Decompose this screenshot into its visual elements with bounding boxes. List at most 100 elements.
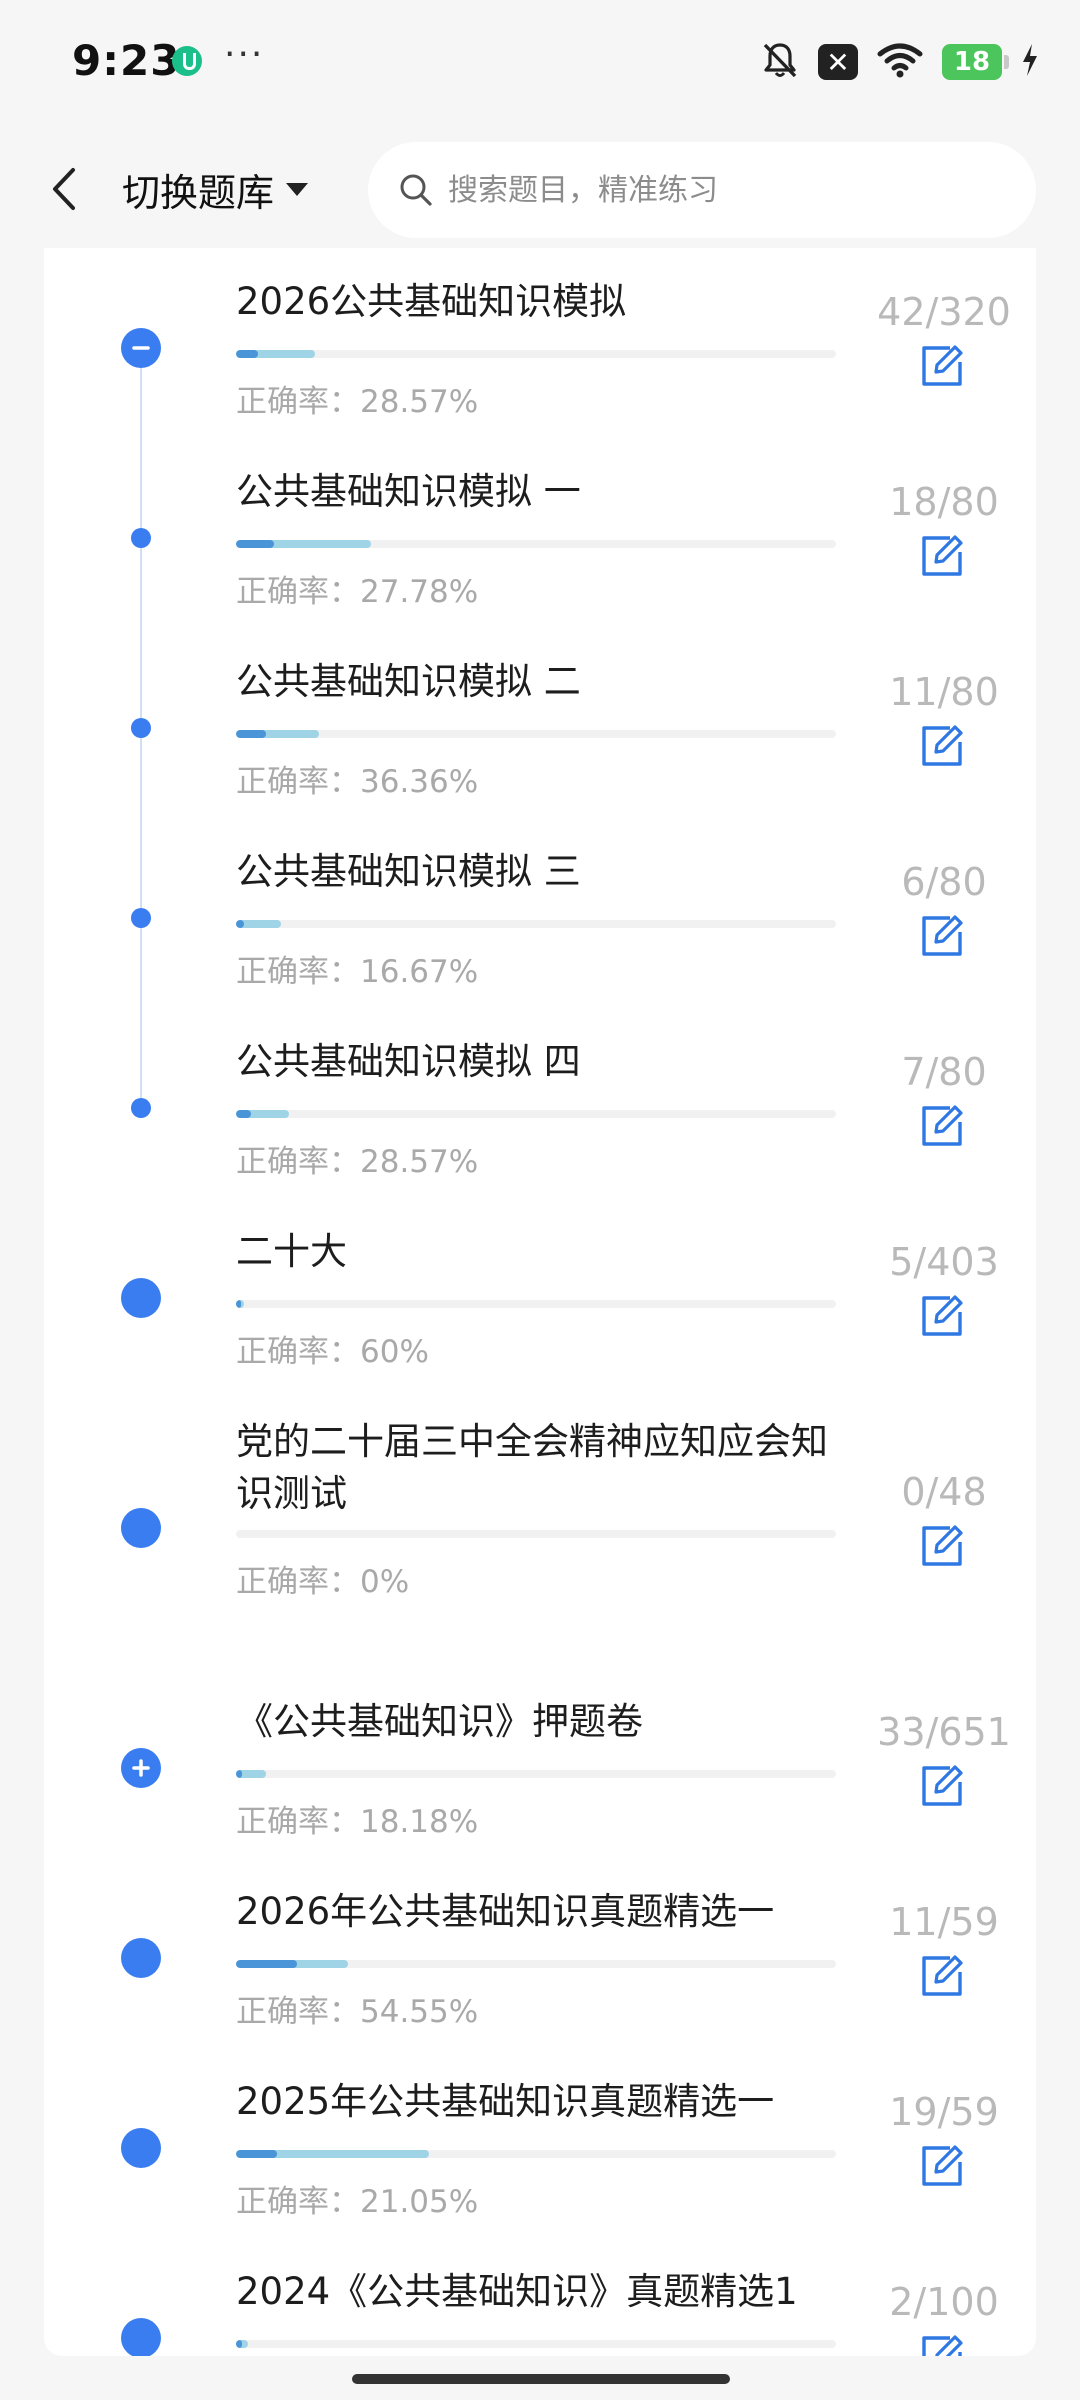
search-bar[interactable] xyxy=(368,142,1036,238)
accuracy-value: 28.57% xyxy=(360,1144,479,1180)
question-bank-list: 2026公共基础知识模拟 正确率：28.57% 42/320 公共基础知识模拟 一正确… xyxy=(44,248,1036,2356)
list-item[interactable]: 2024《公共基础知识》真题精选1正确率：50%2/100 xyxy=(44,2238,1036,2356)
edit-icon[interactable] xyxy=(912,716,972,776)
accuracy-text: 正确率：18.18% xyxy=(236,1796,478,1841)
accuracy-label: 正确率： xyxy=(236,1144,360,1180)
accuracy-label: 正确率： xyxy=(236,574,360,610)
list-item[interactable]: 公共基础知识模拟 四正确率：28.57% 7/80 xyxy=(44,1008,1036,1198)
progress-count: 42/320 xyxy=(877,290,1011,334)
accuracy-value: 28.57% xyxy=(360,384,479,420)
item-title: 2025年公共基础知识真题精选一 xyxy=(236,2080,775,2123)
edit-icon[interactable] xyxy=(912,1096,972,1156)
battery-icon: 18 xyxy=(942,44,1009,80)
progress-bar xyxy=(236,1300,836,1308)
accuracy-label: 正确率： xyxy=(236,384,360,420)
list-item[interactable]: 2025年公共基础知识真题精选一 正确率：21.05% 19/59 xyxy=(44,2048,1036,2238)
switch-bank-button[interactable]: 切换题库 xyxy=(122,156,310,222)
status-bar: 9:23 ··· ✕ 18 xyxy=(0,0,1080,126)
accuracy-value: 16.67% xyxy=(360,954,479,990)
edit-icon[interactable] xyxy=(912,2326,972,2356)
edit-icon[interactable] xyxy=(912,2136,972,2196)
progress-count: 19/59 xyxy=(889,2090,999,2134)
progress-bar xyxy=(236,350,836,358)
edit-icon[interactable] xyxy=(912,1756,972,1816)
item-title: 党的二十届三中全会精神应知应会知识测试 xyxy=(236,1420,828,1515)
list-item[interactable]: 2026年公共基础知识真题精选一 正确率：54.55% 11/59 xyxy=(44,1858,1036,2048)
progress-bar xyxy=(236,1770,836,1778)
app-notification-icon xyxy=(172,46,202,76)
accuracy-text: 正确率：28.57% xyxy=(236,376,478,421)
search-icon xyxy=(398,170,438,210)
accuracy-text: 正确率：16.67% xyxy=(236,946,478,991)
accuracy-text: 正确率：28.57% xyxy=(236,1136,478,1181)
accuracy-text: 正确率：36.36% xyxy=(236,756,478,801)
item-title: 公共基础知识模拟 一 xyxy=(236,470,581,513)
progress-bar xyxy=(236,2150,836,2158)
accuracy-value: 54.55% xyxy=(360,1994,479,2030)
caret-down-icon xyxy=(286,183,309,196)
progress-correct-fill xyxy=(236,2340,242,2348)
accuracy-label: 正确率： xyxy=(236,954,360,990)
accuracy-value: 36.36% xyxy=(360,764,479,800)
more-notifications-icon: ··· xyxy=(224,34,265,75)
list-item[interactable]: 公共基础知识模拟 三正确率：16.67% 6/80 xyxy=(44,818,1036,1008)
search-input[interactable] xyxy=(446,171,1010,209)
edit-icon[interactable] xyxy=(912,906,972,966)
progress-correct-fill xyxy=(236,730,266,738)
timeline-node xyxy=(121,1508,161,1548)
expand-icon[interactable] xyxy=(121,1748,161,1788)
edit-icon[interactable] xyxy=(912,1946,972,2006)
progress-count: 5/403 xyxy=(889,1240,999,1284)
edit-icon[interactable] xyxy=(912,1286,972,1346)
list-item[interactable]: 《公共基础知识》押题卷 正确率：18.18% 33/651 xyxy=(44,1668,1036,1858)
timeline-node xyxy=(121,1938,161,1978)
accuracy-label: 正确率： xyxy=(236,764,360,800)
progress-bar xyxy=(236,2340,836,2348)
progress-count: 7/80 xyxy=(901,1050,987,1094)
progress-correct-fill xyxy=(236,2150,277,2158)
accuracy-value: 27.78% xyxy=(360,574,479,610)
timeline-node xyxy=(121,2318,161,2356)
accuracy-label: 正确率： xyxy=(236,1564,360,1600)
accuracy-text: 正确率：0% xyxy=(236,1556,409,1601)
collapse-icon[interactable] xyxy=(121,328,161,368)
progress-count: 18/80 xyxy=(889,480,999,524)
home-indicator[interactable] xyxy=(352,2374,730,2384)
list-item[interactable]: 党的二十届三中全会精神应知应会知识测试 正确率：0% 0/48 xyxy=(44,1388,1036,1668)
edit-icon[interactable] xyxy=(912,1516,972,1576)
timeline-dot xyxy=(131,718,151,738)
progress-correct-fill xyxy=(236,920,244,928)
list-item[interactable]: 公共基础知识模拟 二正确率：36.36% 11/80 xyxy=(44,628,1036,818)
list-item[interactable]: 二十大正确率：60% 5/403 xyxy=(44,1198,1036,1388)
header: 切换题库 xyxy=(0,126,1080,252)
progress-correct-fill xyxy=(236,1960,298,1968)
accuracy-label: 正确率： xyxy=(236,2184,360,2220)
wifi-icon xyxy=(876,40,924,84)
progress-bar xyxy=(236,730,836,738)
back-button[interactable] xyxy=(36,154,92,224)
progress-bar xyxy=(236,540,836,548)
progress-count: 11/80 xyxy=(889,670,999,714)
accuracy-value: 0% xyxy=(360,1564,410,1600)
progress-correct-fill xyxy=(236,1110,251,1118)
item-title: 二十大 xyxy=(236,1230,347,1273)
item-title: 公共基础知识模拟 二 xyxy=(236,660,581,703)
progress-bar xyxy=(236,1960,836,1968)
progress-count: 2/100 xyxy=(889,2280,999,2324)
chevron-left-icon xyxy=(53,168,75,210)
status-time: 9:23 xyxy=(72,36,181,85)
progress-count: 33/651 xyxy=(877,1710,1011,1754)
accuracy-label: 正确率： xyxy=(236,1994,360,2030)
list-item[interactable]: 2026公共基础知识模拟 正确率：28.57% 42/320 xyxy=(44,248,1036,438)
item-title: 2024《公共基础知识》真题精选1 xyxy=(236,2270,798,2313)
edit-icon[interactable] xyxy=(912,336,972,396)
accuracy-value: 60% xyxy=(360,1334,429,1370)
item-title: 《公共基础知识》押题卷 xyxy=(236,1700,643,1743)
progress-bar xyxy=(236,1110,836,1118)
list-item[interactable]: 公共基础知识模拟 一正确率：27.78% 18/80 xyxy=(44,438,1036,628)
accuracy-text: 正确率：60% xyxy=(236,1326,429,1371)
edit-icon[interactable] xyxy=(912,526,972,586)
progress-bar xyxy=(236,920,836,928)
progress-correct-fill xyxy=(236,540,274,548)
progress-bar xyxy=(236,1530,836,1538)
